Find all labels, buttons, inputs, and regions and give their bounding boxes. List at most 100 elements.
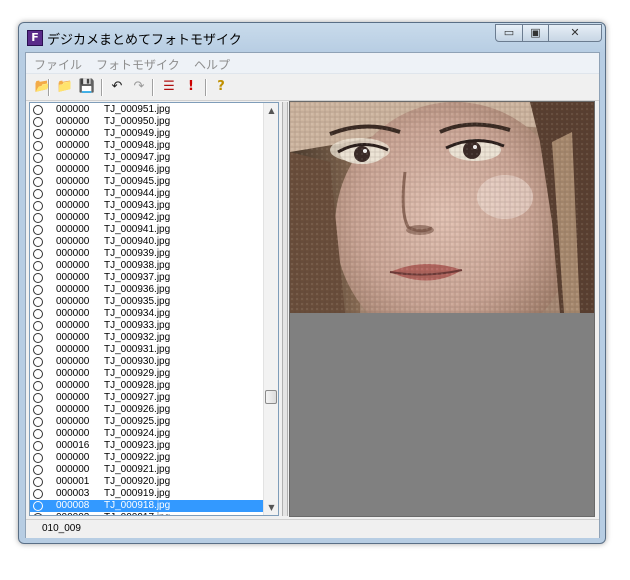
- radio-button[interactable]: [33, 501, 43, 511]
- radio-button[interactable]: [33, 453, 43, 463]
- file-list-item[interactable]: 000000 TJ_000924.jpg: [30, 428, 263, 440]
- radio-button[interactable]: [33, 381, 43, 391]
- file-list-item[interactable]: 000000 TJ_000922.jpg: [30, 452, 263, 464]
- usage-count: 000000: [56, 332, 90, 343]
- radio-button[interactable]: [33, 213, 43, 223]
- menu-help[interactable]: ヘルプ: [194, 56, 230, 73]
- file-list-item[interactable]: 000000 TJ_000921.jpg: [30, 464, 263, 476]
- radio-button[interactable]: [33, 273, 43, 283]
- file-name: TJ_000935.jpg: [104, 296, 171, 307]
- radio-button[interactable]: [33, 165, 43, 175]
- file-list-item[interactable]: 000000 TJ_000950.jpg: [30, 116, 263, 128]
- file-list-item[interactable]: 000000 TJ_000933.jpg: [30, 320, 263, 332]
- app-icon[interactable]: F: [27, 30, 43, 46]
- radio-button[interactable]: [33, 129, 43, 139]
- radio-button[interactable]: [33, 177, 43, 187]
- title-bar[interactable]: F デジカメまとめてフォトモザイク ▭ ▣ ✕: [19, 23, 605, 51]
- pane-splitter[interactable]: [282, 102, 288, 516]
- radio-button[interactable]: [33, 429, 43, 439]
- radio-button[interactable]: [33, 285, 43, 295]
- save-icon[interactable]: 💾: [78, 78, 96, 96]
- radio-button[interactable]: [33, 333, 43, 343]
- menu-photomosaic[interactable]: フォトモザイク: [96, 56, 180, 73]
- undo-icon[interactable]: ↶: [108, 78, 126, 96]
- file-list-item[interactable]: 000000 TJ_000932.jpg: [30, 332, 263, 344]
- help-icon[interactable]: ?: [212, 78, 230, 96]
- file-list-item[interactable]: 000002 TJ_000917.jpg: [30, 512, 263, 515]
- file-list-item[interactable]: 000000 TJ_000937.jpg: [30, 272, 263, 284]
- file-list-item[interactable]: 000000 TJ_000929.jpg: [30, 368, 263, 380]
- file-list-item[interactable]: 000000 TJ_000945.jpg: [30, 176, 263, 188]
- file-list-item[interactable]: 000000 TJ_000935.jpg: [30, 296, 263, 308]
- file-list-item[interactable]: 000000 TJ_000948.jpg: [30, 140, 263, 152]
- exclamation-icon[interactable]: !: [182, 78, 200, 96]
- scroll-thumb[interactable]: [265, 390, 277, 404]
- file-list-item[interactable]: 000000 TJ_000941.jpg: [30, 224, 263, 236]
- file-list-item[interactable]: 000000 TJ_000942.jpg: [30, 212, 263, 224]
- file-list-item[interactable]: 000003 TJ_000919.jpg: [30, 488, 263, 500]
- radio-button[interactable]: [33, 345, 43, 355]
- radio-button[interactable]: [33, 513, 43, 515]
- file-list-item[interactable]: 000000 TJ_000943.jpg: [30, 200, 263, 212]
- radio-button[interactable]: [33, 297, 43, 307]
- file-list-item[interactable]: 000000 TJ_000927.jpg: [30, 392, 263, 404]
- file-list-item[interactable]: 000000 TJ_000939.jpg: [30, 248, 263, 260]
- radio-button[interactable]: [33, 369, 43, 379]
- radio-button[interactable]: [33, 249, 43, 259]
- radio-button[interactable]: [33, 465, 43, 475]
- redo-icon[interactable]: ↷: [130, 78, 148, 96]
- file-list-item[interactable]: 000000 TJ_000938.jpg: [30, 260, 263, 272]
- usage-count: 000000: [56, 404, 90, 415]
- file-list-item[interactable]: 000000 TJ_000947.jpg: [30, 152, 263, 164]
- radio-button[interactable]: [33, 153, 43, 163]
- radio-button[interactable]: [33, 237, 43, 247]
- usage-count: 000000: [56, 380, 90, 391]
- file-list-item[interactable]: 000000 TJ_000925.jpg: [30, 416, 263, 428]
- scroll-up-arrow[interactable]: ▲: [264, 103, 278, 118]
- radio-button[interactable]: [33, 477, 43, 487]
- scroll-down-arrow[interactable]: ▼: [264, 500, 278, 515]
- radio-button[interactable]: [33, 225, 43, 235]
- file-list-item[interactable]: 000000 TJ_000934.jpg: [30, 308, 263, 320]
- radio-button[interactable]: [33, 489, 43, 499]
- file-list-item[interactable]: 000000 TJ_000926.jpg: [30, 404, 263, 416]
- file-list-item[interactable]: 000008 TJ_000918.jpg: [30, 500, 263, 512]
- radio-button[interactable]: [33, 357, 43, 367]
- usage-count: 000000: [56, 200, 90, 211]
- radio-button[interactable]: [33, 405, 43, 415]
- radio-button[interactable]: [33, 117, 43, 127]
- file-name: TJ_000921.jpg: [104, 464, 171, 475]
- radio-button[interactable]: [33, 309, 43, 319]
- radio-button[interactable]: [33, 261, 43, 271]
- close-button[interactable]: ✕: [548, 24, 602, 42]
- usage-count: 000000: [56, 140, 90, 151]
- radio-button[interactable]: [33, 105, 43, 115]
- list-scrollbar[interactable]: ▲ ▼: [263, 103, 278, 515]
- radio-button[interactable]: [33, 189, 43, 199]
- maximize-button[interactable]: ▣: [522, 24, 549, 42]
- file-list-item[interactable]: 000000 TJ_000931.jpg: [30, 344, 263, 356]
- file-name: TJ_000943.jpg: [104, 200, 171, 211]
- list-icon[interactable]: ☰: [160, 78, 178, 96]
- usage-count: 000000: [56, 164, 90, 175]
- radio-button[interactable]: [33, 441, 43, 451]
- file-list-item[interactable]: 000000 TJ_000949.jpg: [30, 128, 263, 140]
- file-list-item[interactable]: 000000 TJ_000928.jpg: [30, 380, 263, 392]
- radio-button[interactable]: [33, 201, 43, 211]
- file-list-item[interactable]: 000000 TJ_000940.jpg: [30, 236, 263, 248]
- file-list-item[interactable]: 000016 TJ_000923.jpg: [30, 440, 263, 452]
- file-list-item[interactable]: 000000 TJ_000930.jpg: [30, 356, 263, 368]
- new-folder-icon[interactable]: 📁: [56, 78, 74, 96]
- file-list[interactable]: 000000 TJ_000951.jpg 000000 TJ_000950.jpg 00…: [29, 102, 279, 516]
- minimize-button[interactable]: ▭: [495, 24, 523, 42]
- radio-button[interactable]: [33, 417, 43, 427]
- file-list-item[interactable]: 000000 TJ_000936.jpg: [30, 284, 263, 296]
- file-list-item[interactable]: 000000 TJ_000951.jpg: [30, 104, 263, 116]
- file-list-item[interactable]: 000000 TJ_000944.jpg: [30, 188, 263, 200]
- file-list-item[interactable]: 000000 TJ_000946.jpg: [30, 164, 263, 176]
- file-list-item[interactable]: 000001 TJ_000920.jpg: [30, 476, 263, 488]
- menu-file[interactable]: ファイル: [34, 56, 82, 73]
- radio-button[interactable]: [33, 321, 43, 331]
- radio-button[interactable]: [33, 141, 43, 151]
- radio-button[interactable]: [33, 393, 43, 403]
